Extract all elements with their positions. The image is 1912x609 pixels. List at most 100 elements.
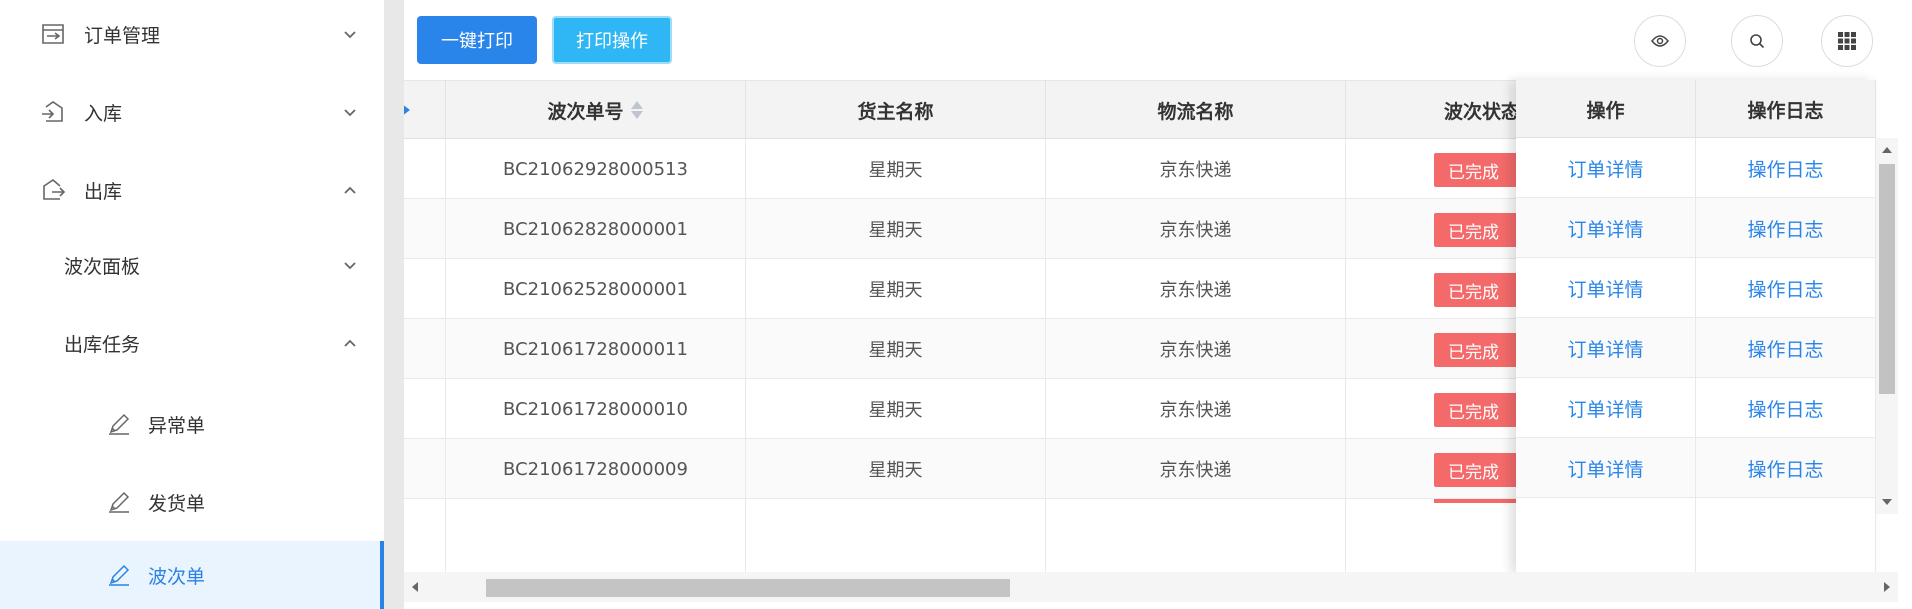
header-label: 操作 (1586, 99, 1625, 122)
app-root: 订单管理 入库 出库 波次面板 出库任务 异常单 发货单 波次单 一键打印 打印… (0, 0, 1912, 609)
sidebar-item-outbound[interactable]: 出库 (0, 151, 384, 229)
scroll-right-arrow-icon[interactable] (1880, 572, 1894, 602)
sidebar-item-inbound[interactable]: 入库 (0, 73, 384, 151)
table-panel: 一键打印 打印操作 波次单号 货主名称 物流名称 波次状态 BC21062928… (404, 0, 1912, 609)
fixed-table-header: 操作 操作日志 (1516, 80, 1876, 138)
fixed-table-row-partial (1516, 498, 1876, 574)
cell-wave-no: BC21061728000011 (446, 319, 746, 379)
operation-log-link[interactable]: 操作日志 (1747, 275, 1823, 302)
vertical-scroll-thumb[interactable] (1879, 164, 1895, 394)
sidebar: 订单管理 入库 出库 波次面板 出库任务 异常单 发货单 波次单 (0, 0, 384, 609)
sidebar-item-label: 发货单 (148, 492, 206, 515)
order-detail-link[interactable]: 订单详情 (1567, 455, 1643, 482)
table-header-log: 操作日志 (1696, 80, 1876, 138)
header-label: 操作日志 (1747, 99, 1824, 122)
column-settings-button[interactable] (1821, 15, 1873, 67)
operation-log-link[interactable]: 操作日志 (1747, 455, 1823, 482)
header-label: 波次状态 (1444, 100, 1521, 123)
cell-wave-no: BC21061728000009 (446, 439, 746, 499)
search-icon (1750, 34, 1765, 49)
sidebar-item-delivery-order[interactable]: 发货单 (0, 463, 384, 541)
print-operation-button[interactable]: 打印操作 (552, 16, 672, 64)
cell-logistics: 京东快递 (1046, 379, 1346, 439)
operation-log-link[interactable]: 操作日志 (1747, 395, 1823, 422)
table-header-logistics: 物流名称 (1046, 81, 1346, 139)
fixed-table-row: 订单详情 操作日志 (1516, 258, 1876, 318)
cell-logistics: 京东快递 (1046, 199, 1346, 259)
cell-owner: 星期天 (746, 439, 1046, 499)
cell-wave-no: BC21062828000001 (446, 199, 746, 259)
order-detail-link[interactable]: 订单详情 (1567, 395, 1643, 422)
fixed-table-row: 订单详情 操作日志 (1516, 318, 1876, 378)
cell-wave-no: BC21061728000010 (446, 379, 746, 439)
header-label: 波次单号 (547, 100, 624, 123)
sidebar-item-label: 波次单 (148, 565, 206, 588)
fixed-table-row: 订单详情 操作日志 (1516, 198, 1876, 258)
operation-log-link[interactable]: 操作日志 (1747, 155, 1823, 182)
horizontal-scroll-thumb[interactable] (486, 579, 1010, 597)
one-click-print-button[interactable]: 一键打印 (417, 16, 537, 64)
search-button[interactable] (1731, 15, 1783, 67)
cell-logistics: 京东快递 (1046, 439, 1346, 499)
operation-log-link[interactable]: 操作日志 (1747, 335, 1823, 362)
outbound-icon (43, 178, 66, 200)
status-badge-partial (1434, 499, 1524, 503)
sidebar-item-order-management[interactable]: 订单管理 (0, 0, 384, 73)
header-label: 货主名称 (857, 100, 934, 123)
sidebar-item-label: 异常单 (148, 414, 206, 437)
inbound-icon (42, 101, 63, 122)
toggle-columns-button[interactable] (1634, 15, 1686, 67)
sidebar-item-wave-order[interactable]: 波次单 (0, 541, 384, 609)
sidebar-item-outbound-task[interactable]: 出库任务 (0, 304, 384, 382)
sidebar-item-wave-panel[interactable]: 波次面板 (0, 226, 384, 304)
eye-icon (1651, 35, 1669, 47)
cell-logistics: 京东快递 (1046, 319, 1346, 379)
cell-logistics: 京东快递 (1046, 139, 1346, 199)
scroll-up-arrow-icon[interactable] (1876, 144, 1898, 158)
horizontal-scrollbar[interactable] (404, 572, 1898, 602)
status-badge: 已完成 (1434, 153, 1524, 187)
status-badge: 已完成 (1434, 333, 1524, 367)
sort-icon[interactable] (630, 99, 644, 121)
fixed-table-row: 订单详情 操作日志 (1516, 438, 1876, 498)
status-badge: 已完成 (1434, 453, 1524, 487)
sidebar-item-label: 出库 (84, 180, 123, 203)
vertical-scrollbar[interactable] (1876, 138, 1898, 514)
order-detail-link[interactable]: 订单详情 (1567, 335, 1643, 362)
status-badge: 已完成 (1434, 213, 1524, 247)
sidebar-item-label: 订单管理 (84, 24, 161, 47)
sidebar-divider (384, 0, 404, 609)
main-content: 一键打印 打印操作 波次单号 货主名称 物流名称 波次状态 BC21062928… (404, 0, 1912, 609)
chevron-down-icon (344, 109, 356, 117)
chevron-down-icon (344, 262, 356, 270)
cell-wave-no: BC21062528000001 (446, 259, 746, 319)
cell-owner: 星期天 (746, 139, 1046, 199)
order-detail-link[interactable]: 订单详情 (1567, 155, 1643, 182)
cell-owner: 星期天 (746, 319, 1046, 379)
status-badge: 已完成 (1434, 273, 1524, 307)
table-header-owner: 货主名称 (746, 81, 1046, 139)
table-header-cell (404, 81, 446, 139)
sidebar-item-label: 出库任务 (64, 333, 141, 356)
cell-owner: 星期天 (746, 199, 1046, 259)
table-header-action: 操作 (1516, 80, 1696, 138)
edit-pen-icon (109, 491, 130, 513)
fixed-table-row: 订单详情 操作日志 (1516, 378, 1876, 438)
fixed-table-row: 订单详情 操作日志 (1516, 138, 1876, 198)
order-box-icon (42, 24, 64, 44)
order-detail-link[interactable]: 订单详情 (1567, 275, 1643, 302)
order-detail-link[interactable]: 订单详情 (1567, 215, 1643, 242)
operation-log-link[interactable]: 操作日志 (1747, 215, 1823, 242)
scroll-down-arrow-icon[interactable] (1876, 494, 1898, 508)
scroll-left-arrow-icon[interactable] (408, 572, 422, 602)
table-header-wave-no[interactable]: 波次单号 (446, 81, 746, 139)
grid-icon (1838, 32, 1856, 50)
sidebar-item-exception-order[interactable]: 异常单 (0, 385, 384, 463)
cell-wave-no: BC21062928000513 (446, 139, 746, 199)
cell-logistics: 京东快递 (1046, 259, 1346, 319)
expand-arrow-icon (404, 105, 410, 115)
edit-pen-icon (109, 564, 130, 586)
edit-pen-icon (109, 413, 130, 435)
chevron-down-icon (344, 31, 356, 39)
chevron-up-icon (344, 339, 356, 347)
